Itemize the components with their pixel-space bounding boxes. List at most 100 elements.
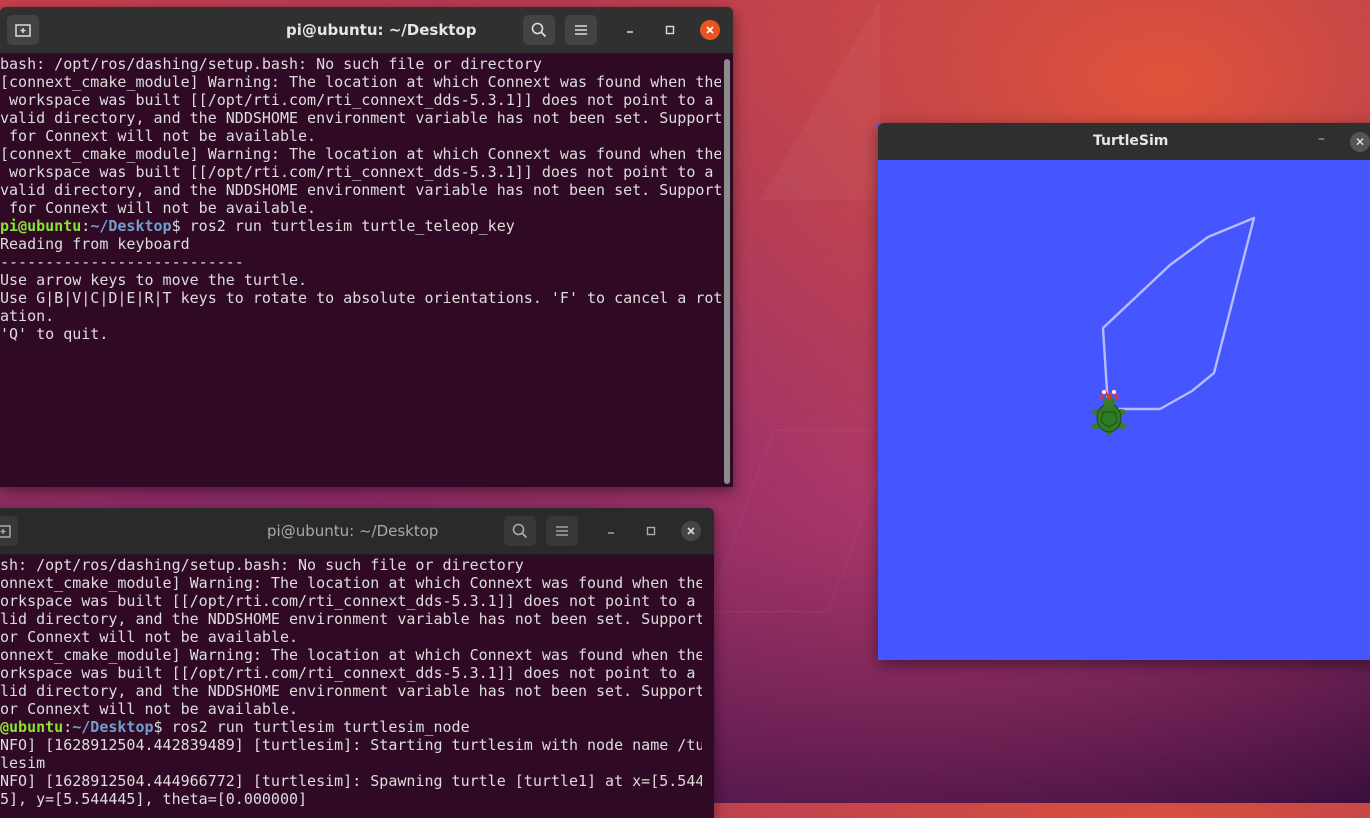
line-text: 5], y=[5.544445], theta=[0.000000] <box>0 790 308 808</box>
terminal-line: Use arrow keys to move the turtle. <box>0 271 721 289</box>
close-icon <box>706 26 714 34</box>
terminal-window-top[interactable]: pi@ubuntu: ~/Desktop bash: /opt/ros/dash… <box>0 7 733 487</box>
terminal-output[interactable]: sh: /opt/ros/dashing/setup.bash: No such… <box>0 556 702 818</box>
search-button[interactable] <box>504 516 536 546</box>
search-icon <box>512 523 528 539</box>
line-text: ros2 run turtlesim turtle_teleop_key <box>189 217 515 235</box>
line-text: for Connext will not be available. <box>0 199 317 217</box>
turtle-icon <box>1091 388 1127 436</box>
search-button[interactable] <box>523 15 555 45</box>
close-icon <box>687 527 695 535</box>
line-text: Reading from keyboard <box>0 235 190 253</box>
terminal-line: pi@ubuntu:~/Desktop$ ros2 run turtlesim … <box>0 217 721 235</box>
terminal-titlebar[interactable]: pi@ubuntu: ~/Desktop <box>0 508 714 555</box>
terminal-line: orkspace was built [[/opt/rti.com/rti_co… <box>0 664 702 682</box>
minimize-button[interactable] <box>620 20 640 40</box>
window-title: pi@ubuntu: ~/Desktop <box>286 21 477 39</box>
terminal-line: ation. <box>0 307 721 325</box>
line-text: NFO] [1628912504.442839489] [turtlesim]:… <box>0 736 702 754</box>
terminal-line: lid directory, and the NDDSHOME environm… <box>0 682 702 700</box>
turtlesim-titlebar[interactable]: TurtleSim – ✕ <box>878 123 1370 160</box>
terminal-line: orkspace was built [[/opt/rti.com/rti_co… <box>0 592 702 610</box>
line-text: NFO] [1628912504.444966772] [turtlesim]:… <box>0 772 702 790</box>
terminal-line: or Connext will not be available. <box>0 628 702 646</box>
terminal-titlebar[interactable]: pi@ubuntu: ~/Desktop <box>0 7 733 54</box>
line-text: orkspace was built [[/opt/rti.com/rti_co… <box>0 592 696 610</box>
line-text: 'Q' to quit. <box>0 325 109 343</box>
terminal-line: for Connext will not be available. <box>0 127 721 145</box>
line-text: or Connext will not be available. <box>0 628 299 646</box>
minimize-button[interactable]: – <box>1318 131 1325 147</box>
terminal-line: valid directory, and the NDDSHOME enviro… <box>0 181 721 199</box>
new-tab-button[interactable] <box>0 516 18 546</box>
terminal-line: onnext_cmake_module] Warning: The locati… <box>0 574 702 592</box>
terminal-line: valid directory, and the NDDSHOME enviro… <box>0 109 721 127</box>
turtlesim-window[interactable]: TurtleSim – ✕ <box>878 123 1370 660</box>
prompt-user: pi@ubuntu <box>0 217 82 235</box>
terminal-line: lid directory, and the NDDSHOME environm… <box>0 610 702 628</box>
line-text: onnext_cmake_module] Warning: The locati… <box>0 646 702 664</box>
terminal-line: Use G|B|V|C|D|E|R|T keys to rotate to ab… <box>0 289 721 307</box>
line-text: Use G|B|V|C|D|E|R|T keys to rotate to ab… <box>0 289 721 307</box>
menu-button[interactable] <box>565 15 597 45</box>
close-button[interactable] <box>700 20 720 40</box>
menu-button[interactable] <box>546 516 578 546</box>
minimize-icon <box>608 532 614 534</box>
line-text: [connext_cmake_module] Warning: The loca… <box>0 145 721 163</box>
line-text: lid directory, and the NDDSHOME environm… <box>0 682 702 700</box>
terminal-line: sh: /opt/ros/dashing/setup.bash: No such… <box>0 556 702 574</box>
line-text: bash: /opt/ros/dashing/setup.bash: No su… <box>0 55 542 73</box>
maximize-button[interactable] <box>660 20 680 40</box>
terminal-line: onnext_cmake_module] Warning: The locati… <box>0 646 702 664</box>
prompt-separator: : <box>81 217 91 235</box>
terminal-line: lesim <box>0 754 702 772</box>
minimize-icon <box>627 31 633 33</box>
terminal-line: NFO] [1628912504.444966772] [turtlesim]:… <box>0 772 702 790</box>
terminal-line: workspace was built [[/opt/rti.com/rti_c… <box>0 91 721 109</box>
terminal-line: @ubuntu:~/Desktop$ ros2 run turtlesim tu… <box>0 718 702 736</box>
window-title: pi@ubuntu: ~/Desktop <box>267 522 439 540</box>
terminal-window-bottom[interactable]: pi@ubuntu: ~/Desktop sh: /opt/ros/dashin… <box>0 508 714 818</box>
terminal-line: 5], y=[5.544445], theta=[0.000000] <box>0 790 702 808</box>
line-text: --------------------------- <box>0 253 244 271</box>
close-button[interactable]: ✕ <box>1350 132 1370 152</box>
line-text: lesim <box>0 754 46 772</box>
search-icon <box>531 22 547 38</box>
terminal-line: or Connext will not be available. <box>0 700 702 718</box>
new-tab-button[interactable] <box>7 15 39 45</box>
new-tab-icon <box>15 24 31 37</box>
line-text: orkspace was built [[/opt/rti.com/rti_co… <box>0 664 696 682</box>
hamburger-menu-icon <box>556 526 568 536</box>
line-text: Use arrow keys to move the turtle. <box>0 271 308 289</box>
terminal-line: [connext_cmake_module] Warning: The loca… <box>0 145 721 163</box>
line-text: lid directory, and the NDDSHOME environm… <box>0 610 702 628</box>
terminal-line: bash: /opt/ros/dashing/setup.bash: No su… <box>0 55 721 73</box>
turtle-trail <box>1101 216 1256 411</box>
terminal-line: workspace was built [[/opt/rti.com/rti_c… <box>0 163 721 181</box>
line-text: for Connext will not be available. <box>0 127 317 145</box>
maximize-icon <box>665 25 675 35</box>
line-text: ation. <box>0 307 55 325</box>
line-text: valid directory, and the NDDSHOME enviro… <box>0 109 721 127</box>
scrollbar[interactable] <box>724 59 730 484</box>
prompt-path: ~/Desktop <box>72 718 154 736</box>
prompt-separator: : <box>63 718 73 736</box>
maximize-button[interactable] <box>641 521 661 541</box>
prompt-symbol: $ <box>153 718 172 736</box>
terminal-line: 'Q' to quit. <box>0 325 721 343</box>
hamburger-menu-icon <box>575 25 587 35</box>
terminal-line: Reading from keyboard <box>0 235 721 253</box>
maximize-icon <box>646 526 656 536</box>
turtlesim-canvas <box>1091 216 1256 436</box>
line-text: [connext_cmake_module] Warning: The loca… <box>0 73 721 91</box>
close-button[interactable] <box>681 521 701 541</box>
line-text: workspace was built [[/opt/rti.com/rti_c… <box>0 163 714 181</box>
minimize-button[interactable] <box>601 521 621 541</box>
terminal-line: for Connext will not be available. <box>0 199 721 217</box>
line-text: or Connext will not be available. <box>0 700 299 718</box>
line-text: ros2 run turtlesim turtlesim_node <box>171 718 470 736</box>
prompt-symbol: $ <box>171 217 190 235</box>
terminal-output[interactable]: bash: /opt/ros/dashing/setup.bash: No su… <box>0 55 721 487</box>
line-text: workspace was built [[/opt/rti.com/rti_c… <box>0 91 714 109</box>
line-text: onnext_cmake_module] Warning: The locati… <box>0 574 702 592</box>
